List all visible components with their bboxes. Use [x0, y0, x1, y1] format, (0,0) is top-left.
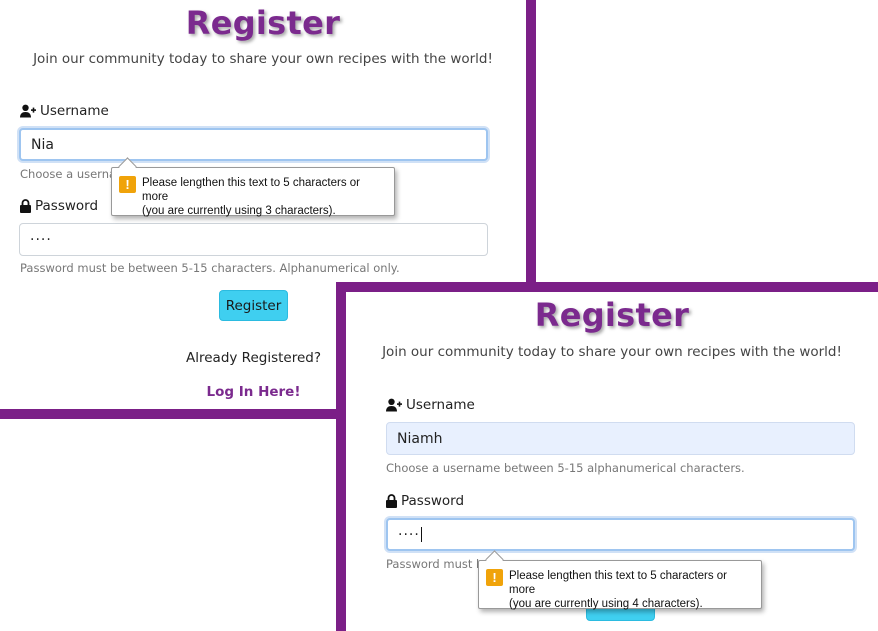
password-help-text: Password must b [386, 557, 484, 571]
username-input[interactable]: Nia [19, 128, 488, 161]
text-caret [420, 527, 422, 542]
password-input[interactable]: ···· [386, 518, 855, 551]
user-plus-icon [20, 104, 36, 118]
page-title: Register [185, 4, 341, 42]
page-title: Register [534, 296, 690, 334]
tooltip-line-1: Please lengthen this text to 5 character… [142, 177, 360, 203]
username-help-text: Choose a username between 5-15 alphanume… [386, 461, 745, 475]
username-label-text: Username [406, 397, 475, 413]
username-input[interactable]: Niamh [386, 422, 855, 455]
lock-icon [386, 494, 397, 508]
frame-bar-vertical-bottom-panel [336, 282, 346, 631]
tooltip-line-2: (you are currently using 4 characters). [509, 598, 703, 610]
password-label-text: Password [401, 493, 465, 509]
validation-tooltip: ! Please lengthen this text to 5 charact… [478, 550, 762, 610]
username-label: Username [386, 397, 475, 413]
frame-bar-vertical-top [526, 0, 536, 292]
page-subtitle: Join our community today to share your o… [382, 344, 842, 360]
password-value: ···· [30, 231, 52, 248]
warning-icon: ! [486, 569, 503, 586]
tooltip-line-2: (you are currently using 3 characters). [142, 205, 336, 217]
register-button[interactable]: Register [219, 290, 288, 321]
frame-bar-horizontal-bottom-panel [336, 282, 878, 292]
username-value: Nia [31, 136, 54, 153]
validation-tooltip: ! Please lengthen this text to 5 charact… [111, 157, 395, 217]
password-label: Password [20, 198, 98, 214]
password-help-text: Password must be between 5-15 characters… [20, 261, 400, 275]
password-label-text: Password [35, 198, 99, 214]
warning-icon: ! [119, 176, 136, 193]
password-value: ···· [398, 526, 420, 543]
page-subtitle: Join our community today to share your o… [33, 51, 493, 67]
register-panel-bottom: Register Join our community today to sha… [346, 292, 878, 631]
frame-bar-horizontal-left [0, 409, 346, 419]
username-label-text: Username [40, 103, 109, 119]
user-plus-icon [386, 398, 402, 412]
username-label: Username [20, 103, 109, 119]
tooltip-line-1: Please lengthen this text to 5 character… [509, 570, 727, 596]
password-input[interactable]: ···· [19, 223, 488, 256]
username-value: Niamh [397, 430, 443, 447]
password-label: Password [386, 493, 464, 509]
tooltip-arrow [485, 550, 504, 569]
lock-icon [20, 199, 31, 213]
